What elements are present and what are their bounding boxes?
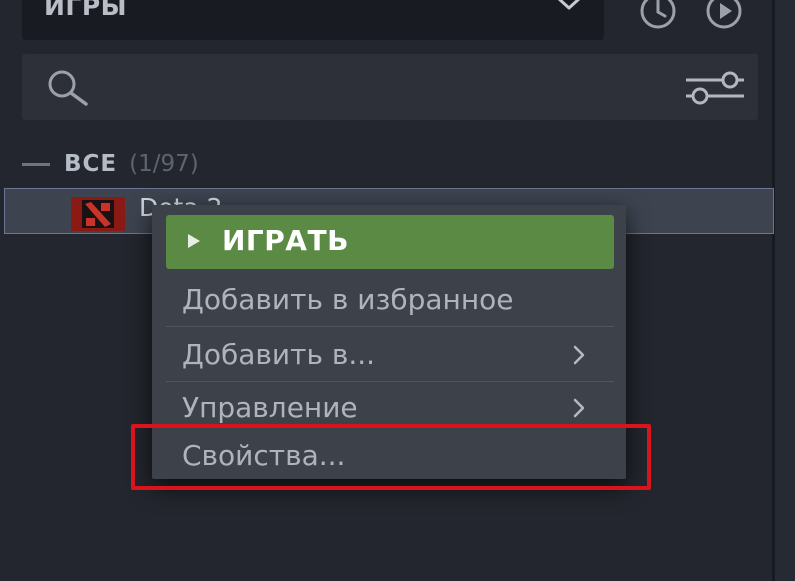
play-circle-icon[interactable] (703, 0, 745, 32)
section-header-all[interactable]: ВСЕ (1/97) (22, 148, 199, 180)
filter-label: ИГРЫ (44, 0, 128, 21)
add-to-label: Добавить в... (182, 338, 376, 371)
filter-sliders-icon[interactable] (684, 70, 746, 106)
search-icon (48, 70, 88, 106)
dota-icon (71, 197, 125, 231)
collapse-icon[interactable] (22, 162, 50, 166)
play-label: ИГРАТЬ (222, 224, 349, 257)
chevron-right-icon (573, 345, 585, 365)
library-filter-dropdown[interactable]: ИГРЫ (22, 0, 604, 40)
play-menu-item[interactable]: ИГРАТЬ (166, 215, 614, 269)
chevron-right-icon (573, 398, 585, 418)
section-count: (1/97) (129, 151, 199, 177)
add-to-menu-item[interactable]: Добавить в... (166, 328, 614, 382)
right-panel (775, 0, 795, 581)
clock-icon[interactable] (637, 0, 679, 32)
section-title: ВСЕ (64, 151, 118, 177)
manage-label: Управление (182, 391, 358, 424)
add-favorites-label: Добавить в избранное (182, 283, 514, 316)
add-favorites-menu-item[interactable]: Добавить в избранное (166, 273, 614, 327)
triangle-right-icon (188, 234, 200, 248)
chevron-down-icon (557, 0, 581, 10)
highlight-box (131, 424, 651, 490)
search-input[interactable] (22, 54, 758, 120)
